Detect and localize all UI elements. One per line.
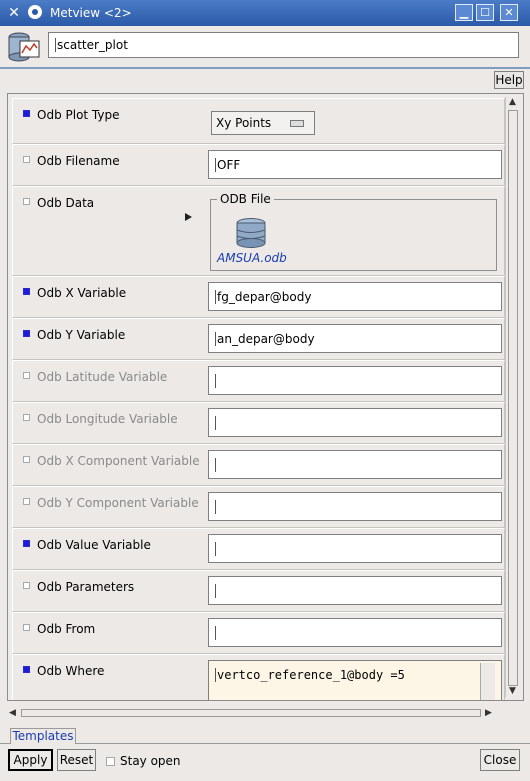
parameters-input[interactable]	[208, 576, 502, 605]
filename-input[interactable]: OFF	[208, 150, 502, 179]
odb-file-group-title: ODB File	[217, 192, 274, 206]
dropdown-indicator-icon	[290, 120, 304, 127]
minimize-button[interactable]: ▁	[455, 4, 473, 21]
param-label: Odb Plot Type	[37, 108, 120, 122]
odb-database-icon[interactable]	[235, 218, 267, 248]
apply-button[interactable]: Apply	[8, 749, 53, 771]
x-variable-input[interactable]: fg_depar@body	[208, 282, 502, 311]
param-checkbox[interactable]	[23, 414, 30, 421]
y-component-variable-input[interactable]	[208, 492, 502, 521]
param-checkbox[interactable]	[23, 624, 30, 631]
y-variable-input[interactable]: an_depar@body	[208, 324, 502, 353]
param-row-y-component-variable: Odb Y Component Variable	[12, 486, 505, 528]
expand-arrow-icon[interactable]	[185, 213, 192, 221]
help-button[interactable]: Help	[494, 71, 524, 89]
param-label: Odb X Variable	[37, 286, 127, 300]
panel-horizontal-scrollbar[interactable]: ◀ ▶	[7, 705, 498, 721]
param-row-longitude-variable: Odb Longitude Variable	[12, 402, 505, 444]
x-component-variable-input[interactable]	[208, 450, 502, 479]
odb-file-group: ODB File AMSUA.odb	[210, 192, 497, 271]
stay-open-checkbox[interactable]	[106, 757, 115, 766]
param-checkbox[interactable]	[23, 198, 30, 205]
param-label: Odb Where	[37, 664, 105, 678]
parameter-panel: Odb Plot Type Xy Points Odb Filename OFF…	[7, 93, 524, 701]
param-row-where: Odb Where vertco_reference_1@body =5	[12, 654, 505, 700]
param-checkbox[interactable]	[23, 498, 30, 505]
param-label: Odb Data	[37, 196, 95, 210]
param-row-latitude-variable: Odb Latitude Variable	[12, 360, 505, 402]
param-checkbox[interactable]	[23, 110, 30, 117]
param-row-x-component-variable: Odb X Component Variable	[12, 444, 505, 486]
from-input[interactable]	[208, 618, 502, 647]
header-divider	[0, 67, 530, 69]
param-label: Odb From	[37, 622, 96, 636]
param-checkbox[interactable]	[23, 330, 30, 337]
reset-button[interactable]: Reset	[57, 749, 96, 771]
tab-divider	[0, 743, 530, 744]
param-checkbox[interactable]	[23, 456, 30, 463]
param-label: Odb Filename	[37, 154, 120, 168]
param-checkbox[interactable]	[23, 156, 30, 163]
window-title: Metview <2>	[50, 6, 132, 20]
param-label: Odb Latitude Variable	[37, 370, 168, 384]
where-textarea[interactable]: vertco_reference_1@body =5	[208, 660, 502, 700]
param-label: Odb Parameters	[37, 580, 135, 594]
longitude-variable-input[interactable]	[208, 408, 502, 437]
param-row-filename: Odb Filename OFF	[12, 144, 505, 186]
tab-templates[interactable]: Templates	[10, 728, 76, 744]
database-plot-icon	[8, 32, 40, 62]
maximize-button[interactable]: ☐	[476, 4, 494, 21]
panel-vertical-scrollbar[interactable]: ▲ ▼	[505, 97, 522, 697]
param-checkbox[interactable]	[23, 372, 30, 379]
odb-file-name[interactable]: AMSUA.odb	[217, 251, 287, 265]
param-label: Odb Y Variable	[37, 328, 126, 342]
param-row-from: Odb From	[12, 612, 505, 654]
param-row-x-variable: Odb X Variable fg_depar@body	[12, 276, 505, 318]
latitude-variable-input[interactable]	[208, 366, 502, 395]
scroll-down-arrow-icon[interactable]: ▼	[509, 686, 516, 696]
param-label: Odb Longitude Variable	[37, 412, 178, 426]
close-button[interactable]: Close	[480, 749, 520, 771]
vertical-scroll-thumb[interactable]	[508, 110, 518, 686]
param-row-parameters: Odb Parameters	[12, 570, 505, 612]
param-checkbox[interactable]	[23, 540, 30, 547]
param-label: Odb X Component Variable	[37, 454, 200, 468]
title-bar: ✕ Metview <2> ▁ ☐ ✕	[0, 0, 530, 26]
param-row-plot-type: Odb Plot Type Xy Points	[12, 98, 505, 144]
param-checkbox[interactable]	[23, 582, 30, 589]
scroll-right-arrow-icon[interactable]: ▶	[485, 708, 492, 718]
param-label: Odb Y Component Variable	[37, 496, 199, 510]
scroll-left-arrow-icon[interactable]: ◀	[9, 708, 16, 718]
stay-open-label: Stay open	[120, 754, 181, 768]
param-label: Odb Value Variable	[37, 538, 151, 552]
plot-type-dropdown[interactable]: Xy Points	[211, 111, 315, 135]
param-checkbox[interactable]	[23, 288, 30, 295]
app-logo-icon[interactable]: ✕	[5, 4, 23, 22]
param-checkbox[interactable]	[23, 666, 30, 673]
window-menu-icon[interactable]	[28, 5, 42, 19]
param-row-value-variable: Odb Value Variable	[12, 528, 505, 570]
close-window-button[interactable]: ✕	[500, 4, 518, 21]
param-row-y-variable: Odb Y Variable an_depar@body	[12, 318, 505, 360]
scroll-up-arrow-icon[interactable]: ▲	[509, 97, 516, 107]
where-scrollbar[interactable]	[480, 663, 495, 700]
horizontal-scroll-thumb[interactable]	[21, 709, 481, 717]
icon-name-input[interactable]: scatter_plot	[48, 32, 519, 58]
param-row-odb-data: Odb Data ODB File AMSUA.odb	[12, 186, 505, 276]
value-variable-input[interactable]	[208, 534, 502, 563]
